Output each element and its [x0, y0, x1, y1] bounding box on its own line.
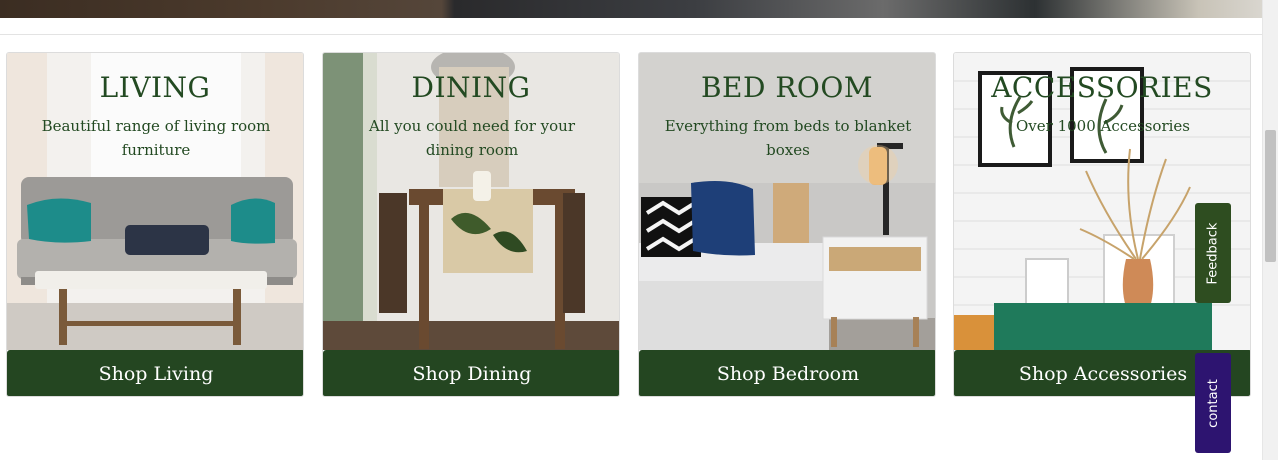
category-card-dining[interactable]: DINING All you could need for your dinin… — [322, 52, 620, 397]
category-card-living[interactable]: LIVING Beautiful range of living room fu… — [6, 52, 304, 397]
vertical-scrollbar[interactable] — [1262, 0, 1278, 460]
card-title: BED ROOM — [700, 71, 874, 104]
feedback-label: Feedback — [1205, 222, 1221, 284]
shop-dining-button[interactable]: Shop Dining — [323, 350, 619, 396]
shop-bedroom-button[interactable]: Shop Bedroom — [639, 350, 935, 396]
contact-label: contact — [1205, 378, 1221, 428]
category-card-bedroom[interactable]: BED ROOM Everything from beds to blanket… — [638, 52, 936, 397]
card-title: DINING — [411, 71, 531, 104]
card-description: Beautiful range of living room furniture — [41, 117, 271, 159]
top-banner-image — [0, 0, 1262, 18]
shop-living-button[interactable]: Shop Living — [7, 350, 303, 396]
card-description: Over 1000 Accessories — [1015, 117, 1190, 135]
contact-tab[interactable]: contact — [1195, 353, 1231, 453]
divider — [0, 34, 1262, 35]
card-description: Everything from beds to blanket boxes — [664, 117, 912, 159]
card-title: LIVING — [99, 71, 211, 104]
scrollbar-thumb[interactable] — [1265, 130, 1276, 262]
card-title: ACCESSORIES — [991, 71, 1213, 104]
feedback-tab[interactable]: Feedback — [1195, 203, 1231, 303]
card-description: All you could need for your dining room — [368, 117, 576, 159]
